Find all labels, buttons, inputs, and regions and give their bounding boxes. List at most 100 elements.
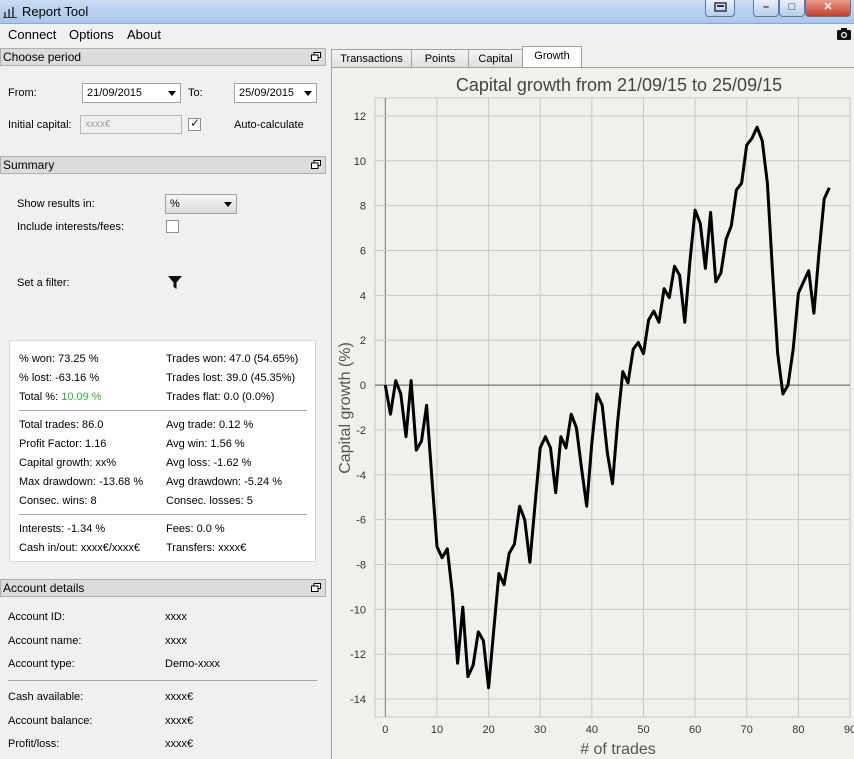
x-tick-label: 30 bbox=[534, 724, 546, 736]
from-label: From: bbox=[8, 87, 37, 99]
y-tick-label: -8 bbox=[356, 559, 366, 571]
menu-options[interactable]: Options bbox=[69, 27, 114, 42]
float-panel-icon[interactable] bbox=[311, 160, 321, 169]
y-tick-label: -12 bbox=[350, 649, 366, 661]
chart-icon bbox=[3, 7, 17, 18]
to-date-picker[interactable]: 25/09/2015 bbox=[234, 83, 317, 103]
y-tick-label: 8 bbox=[360, 201, 366, 213]
menu-about[interactable]: About bbox=[127, 27, 161, 42]
y-tick-label: 10 bbox=[354, 156, 366, 168]
cash-available-value: xxxx€ bbox=[165, 691, 194, 703]
maximize-button[interactable]: □ bbox=[779, 0, 805, 17]
x-tick-label: 20 bbox=[482, 724, 494, 736]
include-fees-checkbox[interactable] bbox=[166, 220, 179, 233]
profit-factor: Profit Factor: 1.16 bbox=[19, 438, 107, 450]
account-name-label: Account name: bbox=[8, 635, 82, 647]
avg-win: Avg win: 1.56 % bbox=[166, 438, 245, 450]
show-results-select[interactable]: % bbox=[165, 194, 237, 214]
total-percent: Total %: 10.09 % bbox=[19, 391, 102, 403]
menu-bar: Connect Options About bbox=[0, 25, 854, 45]
won-percent: % won: 73.25 % bbox=[19, 353, 99, 365]
chart-title: Capital growth from 21/09/15 to 25/09/15 bbox=[456, 75, 782, 95]
auto-calculate-label: Auto-calculate bbox=[234, 119, 304, 131]
x-tick-label: 90 bbox=[844, 724, 854, 736]
profit-loss-label: Profit/loss: bbox=[8, 738, 60, 750]
chart-ticks: 0 10 20 30 40 50 60 70 80 90 -14 -12 -10 -8 -6 -4 -2 0 2 4 6… bbox=[350, 111, 854, 736]
profit-loss-value: xxxx€ bbox=[165, 738, 194, 750]
close-button[interactable]: ✕ bbox=[805, 0, 851, 17]
chart-series bbox=[383, 125, 831, 690]
filter-label: Set a filter: bbox=[17, 277, 70, 289]
y-tick-label: -14 bbox=[350, 694, 366, 706]
initial-capital-label: Initial capital: bbox=[8, 119, 72, 131]
y-tick-label: -6 bbox=[356, 515, 366, 527]
chart-grid bbox=[374, 97, 851, 718]
initial-capital-input[interactable]: xxxx€ bbox=[80, 115, 182, 134]
tab-capital[interactable]: Capital bbox=[468, 49, 523, 68]
x-tick-label: 70 bbox=[741, 724, 753, 736]
x-axis-label: # of trades bbox=[580, 741, 656, 758]
trades-flat: Trades flat: 0.0 (0.0%) bbox=[166, 391, 275, 403]
y-tick-label: 12 bbox=[354, 111, 366, 123]
dropdown-arrow-icon bbox=[224, 202, 232, 207]
title-bar: Report Tool – □ ✕ bbox=[0, 0, 854, 24]
y-tick-label: 2 bbox=[360, 335, 366, 347]
plot-frame bbox=[374, 97, 851, 718]
y-tick-label: 4 bbox=[360, 290, 366, 302]
growth-line bbox=[383, 125, 831, 690]
choose-period-title: Choose period bbox=[3, 50, 82, 64]
divider bbox=[19, 514, 307, 515]
y-tick-label: 6 bbox=[360, 246, 366, 258]
choose-period-header: Choose period bbox=[0, 48, 326, 66]
tab-growth[interactable]: Growth bbox=[522, 46, 582, 69]
total-percent-label: Total %: bbox=[19, 391, 59, 403]
consec-losses: Consec. losses: 5 bbox=[166, 495, 253, 507]
account-type-value: Demo-xxxx bbox=[165, 658, 221, 670]
x-tick-label: 80 bbox=[792, 724, 804, 736]
switch-window-button[interactable] bbox=[705, 0, 735, 17]
float-panel-icon[interactable] bbox=[311, 583, 321, 592]
camera-icon[interactable] bbox=[836, 27, 852, 41]
trades-lost: Trades lost: 39.0 (45.35%) bbox=[166, 372, 296, 384]
cash-in-out: Cash in/out: xxxx€/xxxx€ bbox=[19, 542, 141, 554]
total-trades: Total trades: 86.0 bbox=[19, 419, 104, 431]
from-date-value: 21/09/2015 bbox=[87, 87, 143, 99]
to-date-value: 25/09/2015 bbox=[239, 87, 295, 99]
to-label: To: bbox=[188, 87, 203, 99]
divider bbox=[19, 410, 307, 411]
include-fees-label: Include interests/fees: bbox=[17, 221, 125, 233]
account-details-title: Account details bbox=[3, 581, 85, 595]
maximize-icon: □ bbox=[788, 1, 796, 13]
x-tick-label: 40 bbox=[586, 724, 598, 736]
cash-available-label: Cash available: bbox=[8, 691, 84, 703]
menu-connect[interactable]: Connect bbox=[8, 27, 56, 42]
max-drawdown: Max drawdown: -13.68 % bbox=[19, 476, 144, 488]
from-date-picker[interactable]: 21/09/2015 bbox=[82, 83, 181, 103]
lost-percent: % lost: -63.16 % bbox=[19, 372, 100, 384]
growth-chart-panel: Capital growth from 21/09/15 to 25/09/15… bbox=[331, 67, 854, 759]
float-panel-icon[interactable] bbox=[311, 52, 321, 61]
total-percent-value: 10.09 % bbox=[61, 391, 102, 403]
x-tick-label: 60 bbox=[689, 724, 701, 736]
x-tick-label: 0 bbox=[382, 724, 388, 736]
account-details-header: Account details bbox=[0, 579, 326, 597]
minimize-button[interactable]: – bbox=[753, 0, 779, 17]
transfers: Transfers: xxxx€ bbox=[166, 542, 247, 554]
dropdown-arrow-icon bbox=[168, 91, 176, 96]
funnel-icon[interactable] bbox=[167, 275, 183, 291]
avg-loss: Avg loss: -1.62 % bbox=[166, 457, 252, 469]
initial-capital-placeholder: xxxx€ bbox=[85, 119, 111, 130]
account-type-label: Account type: bbox=[8, 658, 75, 670]
interests: Interests: -1.34 % bbox=[19, 523, 106, 535]
show-results-label: Show results in: bbox=[17, 198, 95, 210]
account-balance-value: xxxx€ bbox=[165, 715, 194, 727]
fees: Fees: 0.0 % bbox=[166, 523, 225, 535]
close-icon: ✕ bbox=[823, 1, 833, 13]
auto-calculate-checkbox[interactable] bbox=[188, 116, 201, 131]
capital-growth: Capital growth: xx% bbox=[19, 457, 117, 469]
tab-transactions[interactable]: Transactions bbox=[331, 49, 412, 68]
tab-points[interactable]: Points bbox=[411, 49, 469, 68]
account-name-value: xxxx bbox=[165, 635, 187, 647]
summary-title: Summary bbox=[3, 158, 55, 172]
growth-chart: Capital growth from 21/09/15 to 25/09/15… bbox=[337, 75, 854, 758]
